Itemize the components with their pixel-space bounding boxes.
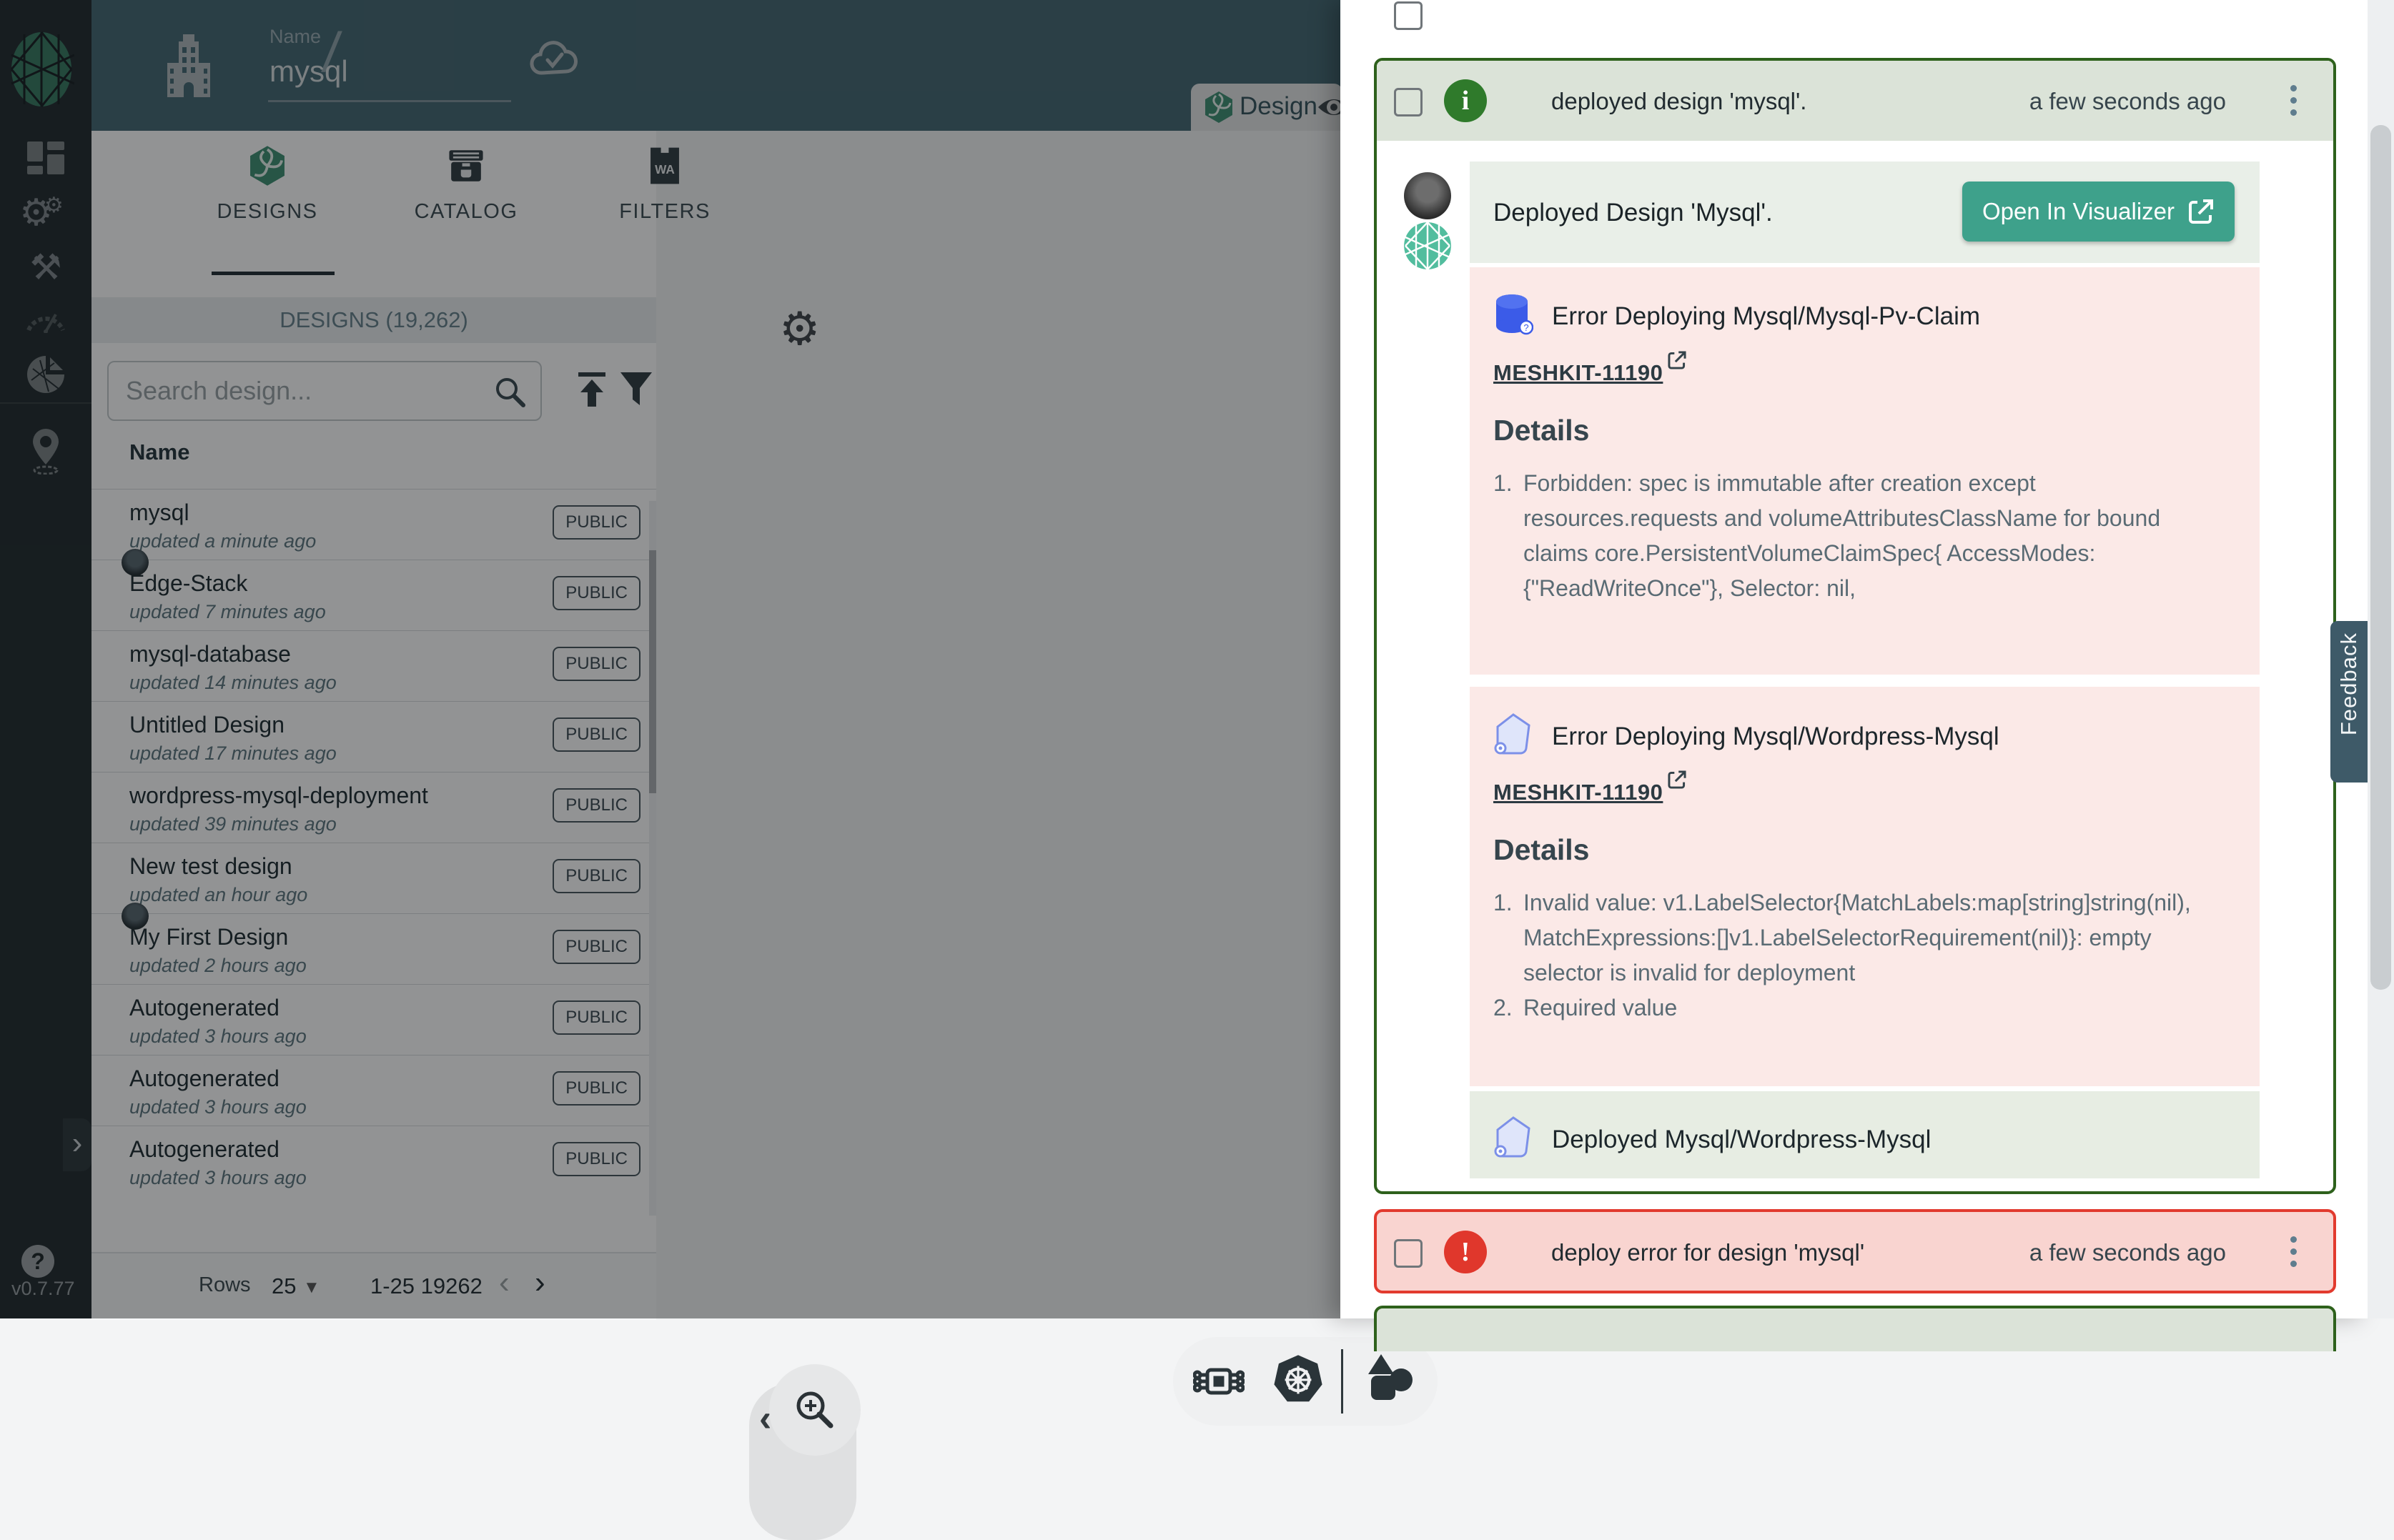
notification-header[interactable]: i deployed design 'mysql'. a few seconds… — [1377, 61, 2333, 141]
meshery-avatar — [1404, 222, 1451, 269]
select-all-checkbox[interactable] — [1394, 1, 1423, 30]
details-heading: Details — [1493, 833, 1589, 867]
notification-card-deployed[interactable]: i deployed design 'mysql'. a few seconds… — [1374, 58, 2336, 1194]
section-title: Deployed Mysql/Wordpress-Mysql — [1552, 1126, 1931, 1154]
error-details-list: 1.Invalid value: v1.LabelSelector{MatchL… — [1493, 885, 2215, 1025]
meshkit-error-link[interactable]: MESHKIT-11190 — [1493, 780, 1683, 805]
database-icon: ? — [1493, 293, 1533, 339]
external-link-icon — [1663, 360, 1683, 385]
external-link-icon — [1663, 780, 1683, 805]
pentagon-icon — [1493, 1116, 1533, 1163]
notification-center-drawer: i deployed design 'mysql'. a few seconds… — [1340, 0, 2368, 1318]
deployment-detail-box: Deployed Design 'Mysql'. Open In Visuali… — [1470, 162, 2260, 263]
magnifier-plus-icon — [792, 1387, 838, 1433]
error-status-icon: ! — [1444, 1231, 1487, 1273]
error-detail-item: 1.Invalid value: v1.LabelSelector{MatchL… — [1493, 885, 2215, 990]
user-avatar — [1404, 172, 1451, 219]
notification-summary: deploy error for design 'mysql' — [1551, 1239, 1864, 1266]
deployment-detail-title: Deployed Design 'Mysql'. — [1493, 199, 1773, 227]
deploy-success-section: Deployed Mysql/Wordpress-Mysql — [1470, 1091, 2260, 1178]
notification-summary: deployed design 'mysql'. — [1551, 88, 1806, 115]
page-scrollbar-thumb[interactable] — [2370, 125, 2391, 990]
deploy-error-section: Error Deploying Mysql/Wordpress-Mysql MES… — [1470, 687, 2260, 1086]
notification-card-deploy-error[interactable]: ! deploy error for design 'mysql' a few … — [1374, 1209, 2336, 1293]
kubernetes-icon[interactable] — [1270, 1353, 1326, 1409]
chip-icon[interactable] — [1193, 1356, 1245, 1407]
info-status-icon: i — [1444, 79, 1487, 122]
details-heading: Details — [1493, 414, 1589, 447]
feedback-tab[interactable]: Feedback — [2330, 621, 2368, 783]
svg-text:?: ? — [1523, 322, 1528, 333]
error-detail-item: 2.Required value — [1493, 990, 2215, 1025]
kebab-menu-icon[interactable] — [2290, 79, 2299, 121]
meshkit-error-link[interactable]: MESHKIT-11190 — [1493, 360, 1683, 386]
kebab-menu-icon[interactable] — [2290, 1231, 2299, 1273]
notification-time: a few seconds ago — [2029, 88, 2226, 115]
error-details-list: 1.Forbidden: spec is immutable after cre… — [1493, 466, 2215, 606]
section-title: Error Deploying Mysql/Mysql-Pv-Claim — [1552, 302, 1980, 331]
notification-checkbox[interactable] — [1394, 88, 1423, 116]
zoom-in-button[interactable] — [769, 1364, 861, 1456]
external-link-icon — [2187, 198, 2215, 225]
shapes-icon[interactable] — [1361, 1353, 1418, 1410]
notification-checkbox[interactable] — [1394, 1239, 1423, 1268]
feedback-label: Feedback — [2336, 632, 2362, 735]
dock-divider — [1341, 1349, 1343, 1414]
notification-card-partial[interactable] — [1374, 1306, 2336, 1351]
modal-dim-overlay[interactable] — [0, 0, 1340, 1318]
deploy-error-section: ? Error Deploying Mysql/Mysql-Pv-Claim MES… — [1470, 267, 2260, 675]
notification-header[interactable]: ! deploy error for design 'mysql' a few … — [1377, 1212, 2333, 1292]
pentagon-icon — [1493, 712, 1533, 760]
open-in-visualizer-button[interactable]: Open In Visualizer — [1962, 182, 2235, 242]
section-title: Error Deploying Mysql/Wordpress-Mysql — [1552, 722, 1999, 751]
error-detail-item: 1.Forbidden: spec is immutable after cre… — [1493, 466, 2215, 606]
notification-time: a few seconds ago — [2029, 1239, 2226, 1266]
